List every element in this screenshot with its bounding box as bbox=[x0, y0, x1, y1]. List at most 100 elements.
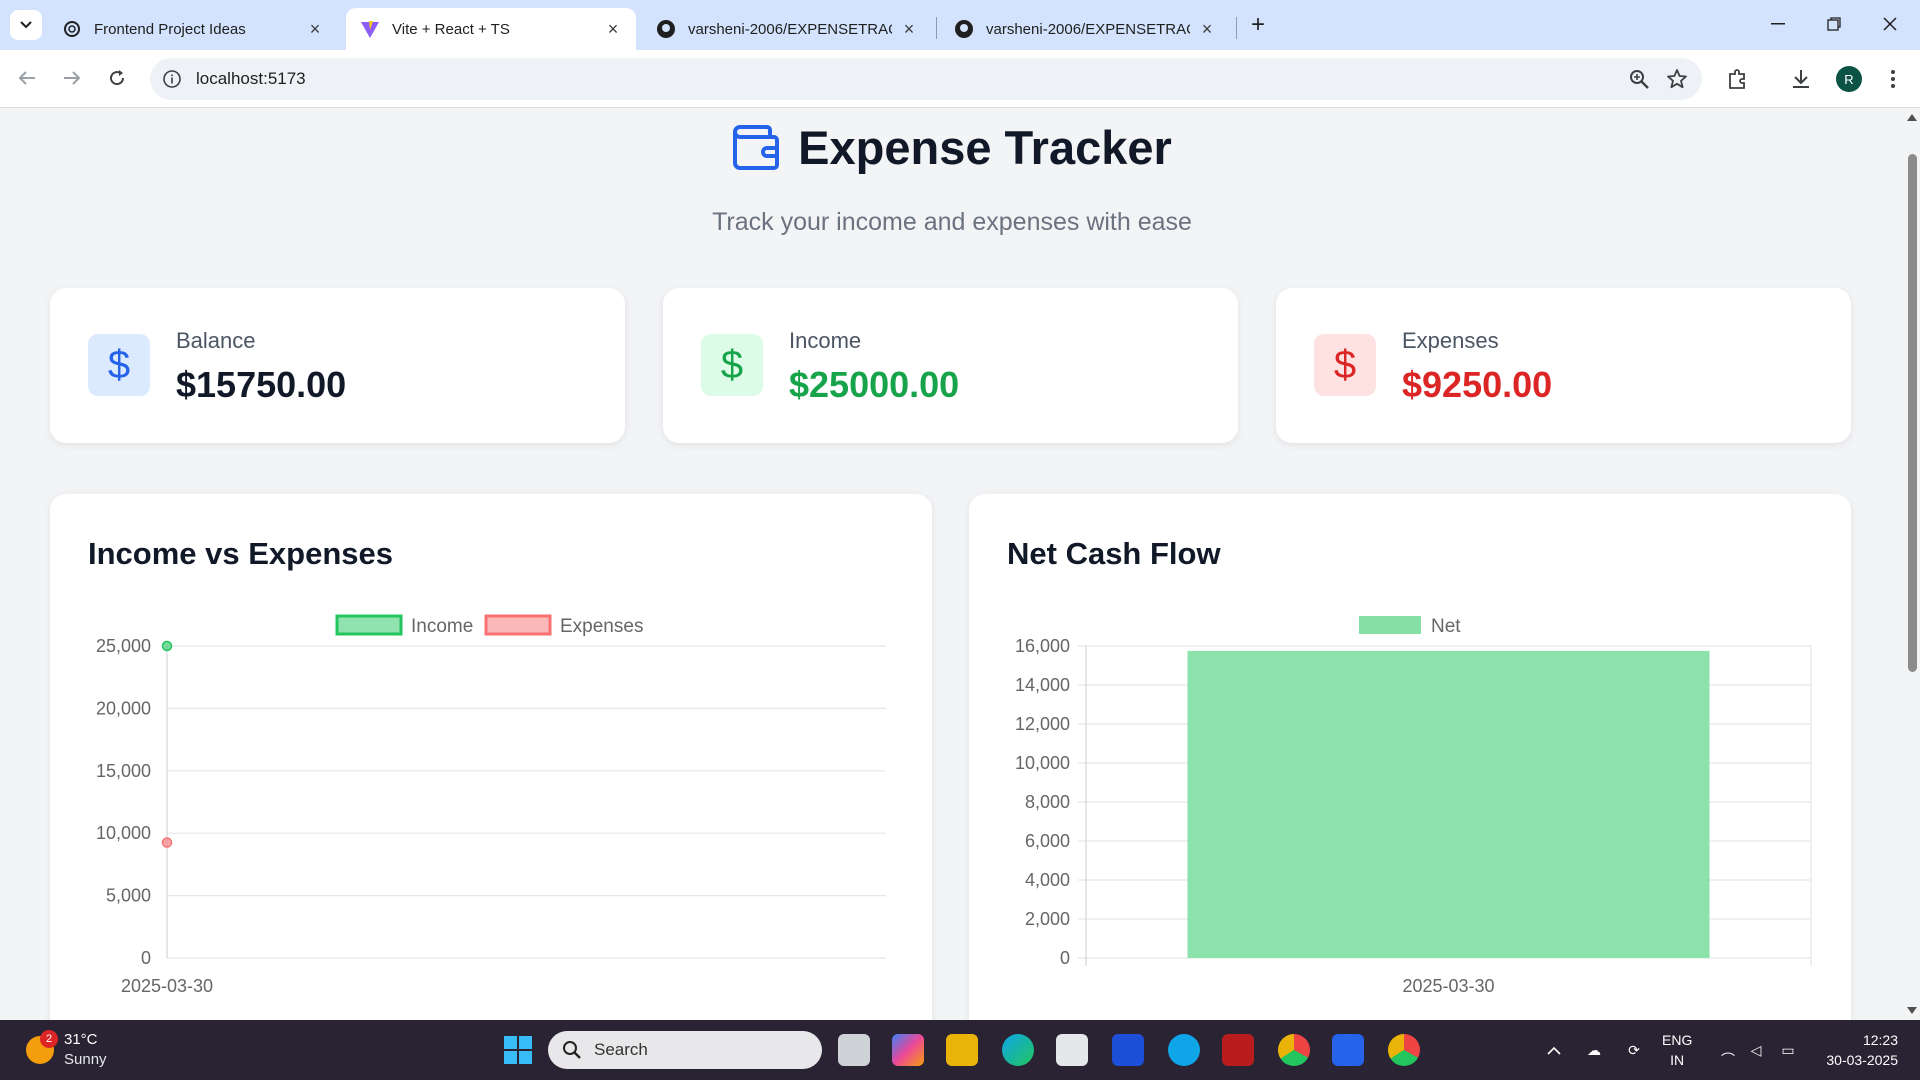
y-tick-label: 2,000 bbox=[1025, 909, 1070, 929]
menu-button[interactable] bbox=[1880, 66, 1906, 92]
scrollbar-thumb[interactable] bbox=[1908, 154, 1917, 672]
dollar-icon: $ bbox=[701, 334, 763, 396]
vscode-app[interactable] bbox=[1332, 1034, 1364, 1066]
close-icon[interactable]: × bbox=[604, 19, 622, 39]
balance-value: $15750.00 bbox=[176, 364, 347, 405]
clock-date: 30-03-2025 bbox=[1826, 1052, 1898, 1068]
y-tick-label: 8,000 bbox=[1025, 792, 1070, 812]
dollar-icon: $ bbox=[1314, 334, 1376, 396]
income-card: $ Income $25000.00 bbox=[663, 288, 1238, 443]
scroll-up-arrow[interactable] bbox=[1907, 114, 1917, 121]
mcafee-app[interactable] bbox=[1222, 1034, 1254, 1066]
y-tick-label: 15,000 bbox=[96, 761, 151, 781]
close-icon[interactable]: × bbox=[1198, 19, 1216, 39]
page-viewport: Expense Tracker Track your income and ex… bbox=[0, 108, 1904, 1020]
expenses-value: $9250.00 bbox=[1402, 364, 1553, 405]
page-scrollbar[interactable] bbox=[1904, 108, 1920, 1020]
tab-title: Vite + React + TS bbox=[392, 20, 510, 38]
chrome-profile-app[interactable] bbox=[1388, 1034, 1420, 1066]
reload-button[interactable] bbox=[99, 60, 135, 96]
copilot-app[interactable] bbox=[892, 1034, 924, 1066]
data-point bbox=[161, 837, 173, 848]
system-clock[interactable]: 12:23 30-03-2025 bbox=[1818, 1030, 1898, 1070]
sync-icon: ⟳ bbox=[1628, 1041, 1640, 1058]
close-icon[interactable]: × bbox=[306, 19, 324, 39]
y-tick-label: 6,000 bbox=[1025, 831, 1070, 851]
arrow-right-icon bbox=[64, 71, 81, 85]
volume-tray[interactable]: ◁ bbox=[1744, 1038, 1768, 1062]
browser-toolbar: localhost:5173 bbox=[0, 50, 1920, 108]
language-code: ENG bbox=[1662, 1032, 1693, 1048]
wifi-icon: ︵ bbox=[1721, 1042, 1735, 1058]
net-cash-flow-chart: 0 2,000 4,000 6,000 8,000 10,000 12,000 14,000 1… bbox=[1015, 616, 1812, 996]
tab-github-expensetracker-2[interactable]: varsheni-2006/EXPENSETRACKER × bbox=[940, 8, 1230, 50]
battery-tray[interactable]: ▭ bbox=[1776, 1038, 1800, 1062]
battery-icon: ▭ bbox=[1781, 1041, 1795, 1058]
back-button[interactable] bbox=[9, 60, 45, 96]
tab-title: varsheni-2006/EXPENSETRACKER bbox=[986, 20, 1190, 38]
task-view-app[interactable] bbox=[838, 1034, 870, 1066]
y-tick-label: 4,000 bbox=[1025, 870, 1070, 890]
close-icon[interactable]: × bbox=[900, 19, 918, 39]
chevron-down-icon bbox=[20, 21, 32, 29]
site-info-icon[interactable] bbox=[162, 69, 182, 89]
search-label: Search bbox=[594, 1040, 648, 1059]
profile-avatar[interactable]: R bbox=[1836, 66, 1862, 92]
weather-temperature: 31°C bbox=[64, 1031, 98, 1048]
onedrive-tray[interactable]: ☁ bbox=[1582, 1038, 1606, 1062]
puzzle-icon bbox=[1729, 69, 1745, 89]
tab-vite-react-ts[interactable]: Vite + React + TS × bbox=[346, 8, 636, 50]
speaker-icon: ◁ bbox=[1750, 1041, 1762, 1058]
region-code: IN bbox=[1670, 1052, 1685, 1068]
y-tick-label: 14,000 bbox=[1015, 675, 1070, 695]
weather-widget[interactable]: 2 31°C Sunny bbox=[26, 1030, 136, 1070]
new-tab-button[interactable]: + bbox=[1244, 10, 1272, 40]
reload-icon bbox=[110, 70, 125, 86]
minimize-button[interactable] bbox=[1750, 0, 1806, 48]
myhp-app[interactable] bbox=[1112, 1034, 1144, 1066]
show-hidden-icons[interactable] bbox=[1542, 1038, 1566, 1062]
wifi-tray[interactable]: ︵ bbox=[1716, 1038, 1740, 1062]
tab-search-button[interactable] bbox=[10, 10, 42, 40]
dollar-icon: $ bbox=[88, 334, 150, 396]
y-tick-label: 0 bbox=[141, 948, 151, 968]
balance-card: $ Balance $15750.00 bbox=[50, 288, 625, 443]
close-window-button[interactable] bbox=[1862, 0, 1918, 48]
store-app[interactable] bbox=[1056, 1034, 1088, 1066]
scroll-down-arrow[interactable] bbox=[1907, 1007, 1917, 1014]
file-explorer-app[interactable] bbox=[946, 1034, 978, 1066]
chrome-app[interactable] bbox=[1278, 1034, 1310, 1066]
legend-swatch bbox=[1359, 616, 1421, 634]
zoom-icon[interactable] bbox=[1628, 68, 1650, 90]
net-cash-flow-card: Net Cash Flow 0 2,000 4,000 6,000 8,000 10,00… bbox=[969, 494, 1851, 1020]
sync-tray[interactable]: ⟳ bbox=[1622, 1038, 1646, 1062]
address-bar[interactable]: localhost:5173 bbox=[150, 58, 1702, 100]
edge-app[interactable] bbox=[1002, 1034, 1034, 1066]
forward-button[interactable] bbox=[54, 60, 90, 96]
y-tick-label: 25,000 bbox=[96, 636, 151, 656]
bookmark-star-icon[interactable] bbox=[1666, 68, 1688, 90]
language-indicator[interactable]: ENG IN bbox=[1662, 1030, 1692, 1070]
tab-github-expensetracker-1[interactable]: varsheni-2006/EXPENSETRACKER × bbox=[642, 8, 932, 50]
x-tick-label: 2025-03-30 bbox=[1402, 976, 1494, 996]
chevron-up-icon bbox=[1547, 1046, 1561, 1055]
tab-title: Frontend Project Ideas bbox=[94, 20, 246, 38]
help-app[interactable] bbox=[1168, 1034, 1200, 1066]
url-text: localhost:5173 bbox=[196, 69, 306, 88]
taskbar-search[interactable]: Search bbox=[548, 1031, 822, 1069]
start-button[interactable] bbox=[502, 1034, 534, 1066]
income-value: $25000.00 bbox=[789, 364, 960, 405]
y-tick-label: 5,000 bbox=[106, 886, 151, 906]
arrow-left-icon bbox=[18, 71, 35, 85]
tab-frontend-project-ideas[interactable]: Frontend Project Ideas × bbox=[48, 8, 338, 50]
downloads-button[interactable] bbox=[1788, 66, 1814, 92]
restore-button[interactable] bbox=[1806, 0, 1862, 48]
windows-logo-icon bbox=[504, 1036, 532, 1064]
openai-icon bbox=[62, 19, 82, 39]
balance-label: Balance bbox=[176, 328, 256, 353]
taskbar: 2 31°C Sunny Search ☁ ⟳ ENG IN ︵ ◁ ▭ 12:… bbox=[0, 1020, 1920, 1080]
extensions-button[interactable] bbox=[1724, 66, 1750, 92]
browser-tab-strip: Frontend Project Ideas × Vite + React + … bbox=[0, 0, 1920, 50]
income-vs-expenses-chart: 0 5,000 10,000 15,000 20,000 25,000 2025-03-30… bbox=[96, 614, 886, 996]
tab-separator bbox=[1236, 17, 1237, 39]
